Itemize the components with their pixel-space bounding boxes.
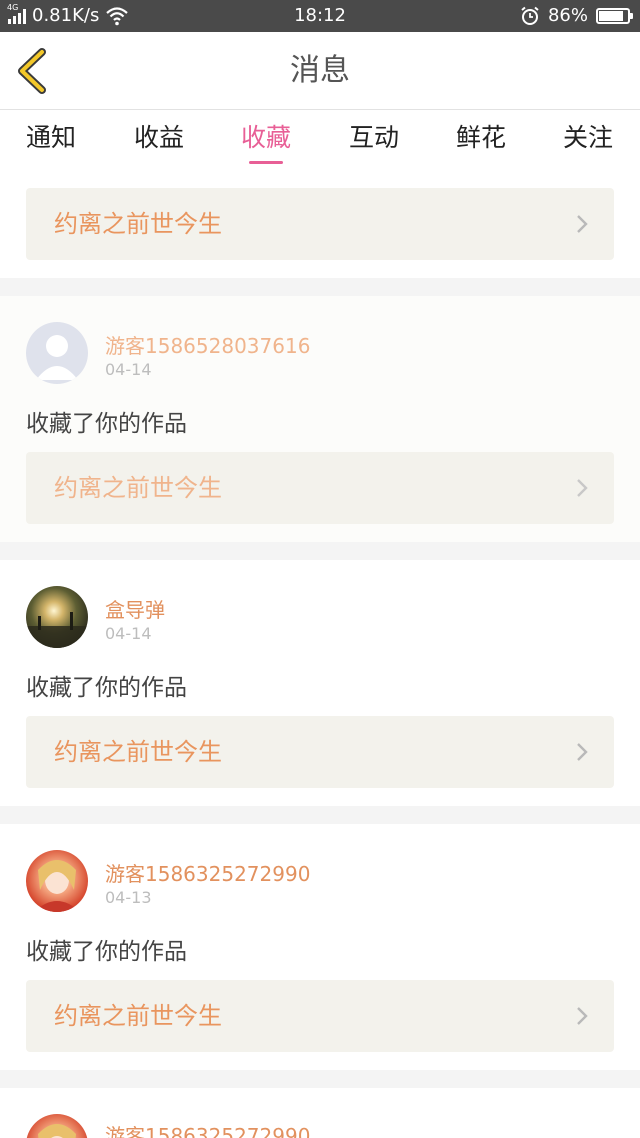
username[interactable]: 游客1586528037616 [105,330,310,359]
anime-girl-avatar[interactable] [26,850,88,912]
nav-header: 消息 [0,32,640,110]
work-title: 约离之前世今生 [54,738,222,766]
work-link[interactable]: 约离之前世今生 [26,716,614,788]
alarm-icon [521,6,539,25]
tab-favorites[interactable]: 收藏 [216,110,316,178]
username[interactable]: 游客1586325272990 [105,1120,310,1138]
work-link[interactable]: 约离之前世今生 [26,452,614,524]
message-date: 04-14 [105,624,152,643]
work-link[interactable]: 约离之前世今生 [26,980,614,1052]
tab-notifications[interactable]: 通知 [1,110,101,178]
work-title: 约离之前世今生 [54,1002,222,1030]
default-avatar-icon[interactable] [26,322,88,384]
action-text: 收藏了你的作品 [26,675,187,701]
tab-bar: 通知 收益 收藏 互动 鲜花 关注 [0,110,640,178]
tab-favorites-label: 收藏 [240,123,291,152]
message-card: 约离之前世今生 [0,178,640,278]
battery-percent: 86% [547,5,588,26]
message-date: 04-13 [105,888,152,907]
message-card: 游客1586325272990 [0,1088,640,1138]
status-bar: 4G 0.81K/s 18:12 86% [0,0,640,32]
status-right: 86% [520,0,633,32]
work-title: 约离之前世今生 [54,210,222,238]
battery-icon [596,8,633,24]
work-title: 约离之前世今生 [54,474,222,502]
work-link[interactable]: 约离之前世今生 [26,188,614,260]
username[interactable]: 盒导弹 [105,594,165,623]
chevron-right-icon [577,743,588,761]
battery-level [599,11,623,21]
sunset-photo-avatar[interactable] [26,586,88,648]
username[interactable]: 游客1586325272990 [105,858,310,887]
action-text: 收藏了你的作品 [26,411,187,437]
tab-flowers[interactable]: 鲜花 [431,110,531,178]
action-text: 收藏了你的作品 [26,939,187,965]
chevron-right-icon [577,215,588,233]
message-date: 04-14 [105,360,152,379]
message-card: 游客1586528037616 04-14 收藏了你的作品 约离之前世今生 [0,296,640,542]
chevron-right-icon [577,479,588,497]
message-card: 盒导弹 04-14 收藏了你的作品 约离之前世今生 [0,560,640,806]
tab-earnings[interactable]: 收益 [109,110,209,178]
anime-girl-avatar[interactable] [26,1114,88,1138]
tab-following[interactable]: 关注 [538,110,638,178]
tab-interactions[interactable]: 互动 [324,110,424,178]
active-tab-indicator [249,161,283,164]
chevron-right-icon [577,1007,588,1025]
message-card: 游客1586325272990 04-13 收藏了你的作品 约离之前世今生 [0,824,640,1070]
page-title: 消息 [290,53,350,88]
